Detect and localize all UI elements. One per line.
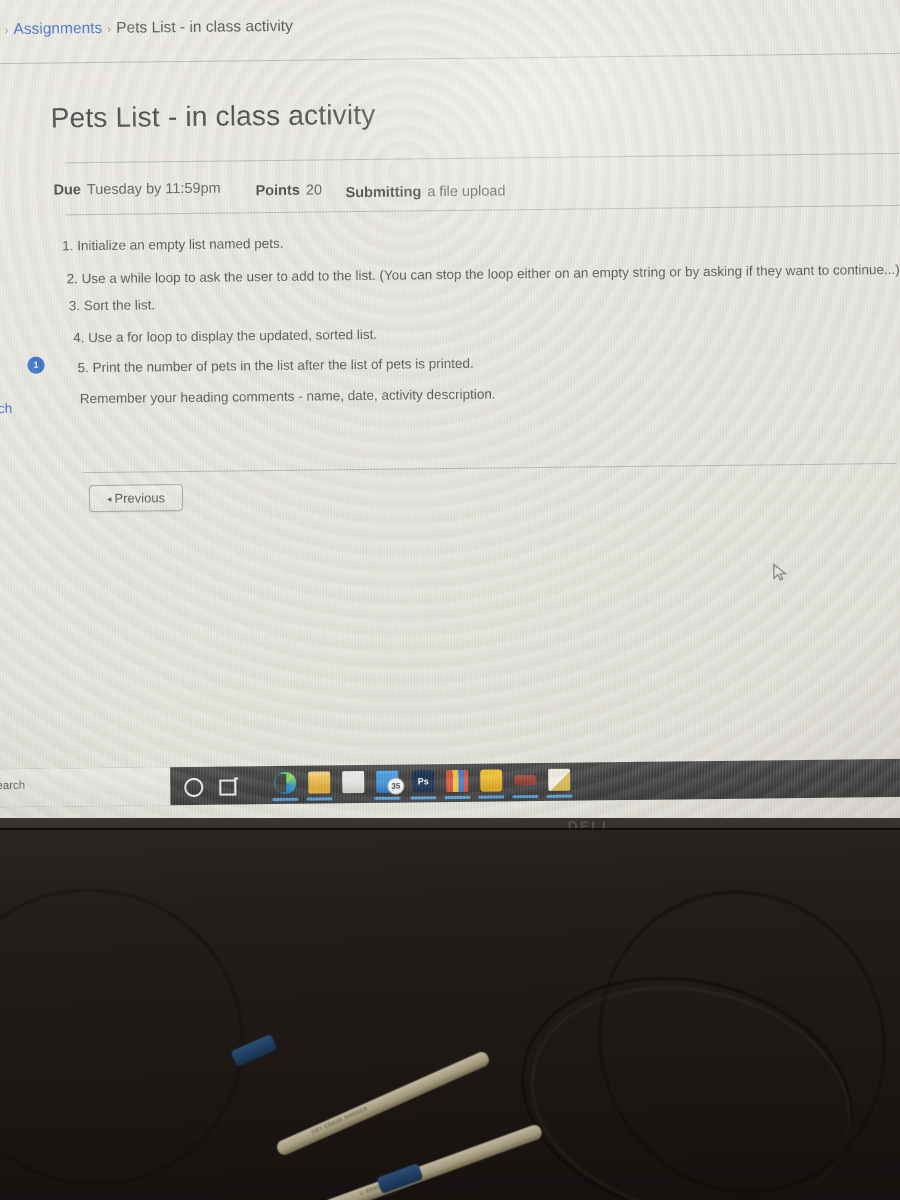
meta-due-value: Tuesday by 11:59pm [86,180,221,199]
divider-above-pagination [82,462,897,474]
cable-loop-3 [0,839,292,1200]
previous-button[interactable]: ◂ Previous [88,484,184,513]
instruction-heading-comments-note: Remember your heading comments - name, d… [79,386,496,407]
meta-points-value: 20 [305,182,323,199]
shopping-bag-icon [342,771,365,794]
breadcrumb-current: Pets List - in class activity [116,17,293,37]
mouse-pointer-icon [772,562,788,581]
previous-button-label: Previous [114,490,166,506]
taskbar-app-sticky-notes[interactable] [542,764,576,800]
mail-unread-badge: 35 [387,777,405,795]
taskbar-app-yellow[interactable] [474,764,508,800]
taskbar-search-box[interactable]: e to search [0,767,171,808]
divider-top [0,52,900,65]
breadcrumb: 3)›Assignments›Pets List - in class acti… [0,15,546,39]
meta-submitting-label: Submitting [345,184,422,202]
monitor-screen: 3)›Assignments›Pets List - in class acti… [0,0,900,822]
page-title: Pets List - in class activity [50,98,376,134]
photoshop-icon: Ps [412,770,435,793]
meta-due-label: Due [53,182,82,199]
colorful-app-icon [446,769,469,793]
photo-of-monitor: 3)›Assignments›Pets List - in class acti… [0,0,900,1200]
canvas-assignment-page: 3)›Assignments›Pets List - in class acti… [0,0,900,822]
divider-under-meta [65,204,900,216]
sidebar-cutoff: se 1 arch [0,352,55,416]
taskbar-app-microsoft-store[interactable] [336,766,370,802]
task-view-icon[interactable] [218,774,240,796]
photoshop-label: Ps [417,776,429,787]
breadcrumb-link-assignments[interactable]: Assignments [13,20,102,38]
search-input-placeholder: e to search [0,779,26,793]
desk-surface [0,830,900,1200]
cortana-circle-icon[interactable] [182,775,204,798]
folder-icon [308,771,331,794]
breadcrumb-separator-1: › [4,22,9,38]
instruction-item-3: 3. Sort the list. [68,297,156,314]
divider-under-title [65,152,900,164]
sticky-notes-icon [548,768,571,791]
meta-submitting-value: a file upload [427,183,506,201]
assignment-meta-row: Due Tuesday by 11:59pm Points 20 Submittin… [53,175,753,205]
meta-points: Points 20 [255,182,322,199]
taskbar-app-mail[interactable]: 35 [370,766,405,802]
sidebar-item-search[interactable]: arch [0,401,12,416]
taskbar-app-adobe-photoshop[interactable]: Ps [406,765,440,801]
sidebar-course-badge: 1 [27,356,45,374]
red-app-icon [514,775,537,786]
taskbar-app-file-explorer[interactable] [302,766,336,802]
taskbar-app-colorful[interactable] [440,765,474,801]
instruction-item-2: 2. Use a while loop to ask the user to a… [66,261,900,287]
breadcrumb-separator-2: › [107,21,112,36]
taskbar-app-red[interactable] [508,764,542,800]
instruction-item-5: 5. Print the number of pets in the list … [77,355,474,376]
meta-submitting: Submitting a file upload [345,183,505,201]
instruction-item-1: 1. Initialize an empty list named pets. [62,235,284,254]
instruction-item-4: 4. Use a for loop to display the updated… [73,326,378,346]
assignment-instructions: 1. Initialize an empty list named pets. … [54,225,900,406]
taskbar-app-microsoft-edge[interactable] [268,767,302,803]
chevron-left-icon: ◂ [106,493,112,504]
meta-points-label: Points [255,182,300,200]
meta-due: Due Tuesday by 11:59pm [53,181,220,199]
yellow-app-icon [480,769,503,792]
